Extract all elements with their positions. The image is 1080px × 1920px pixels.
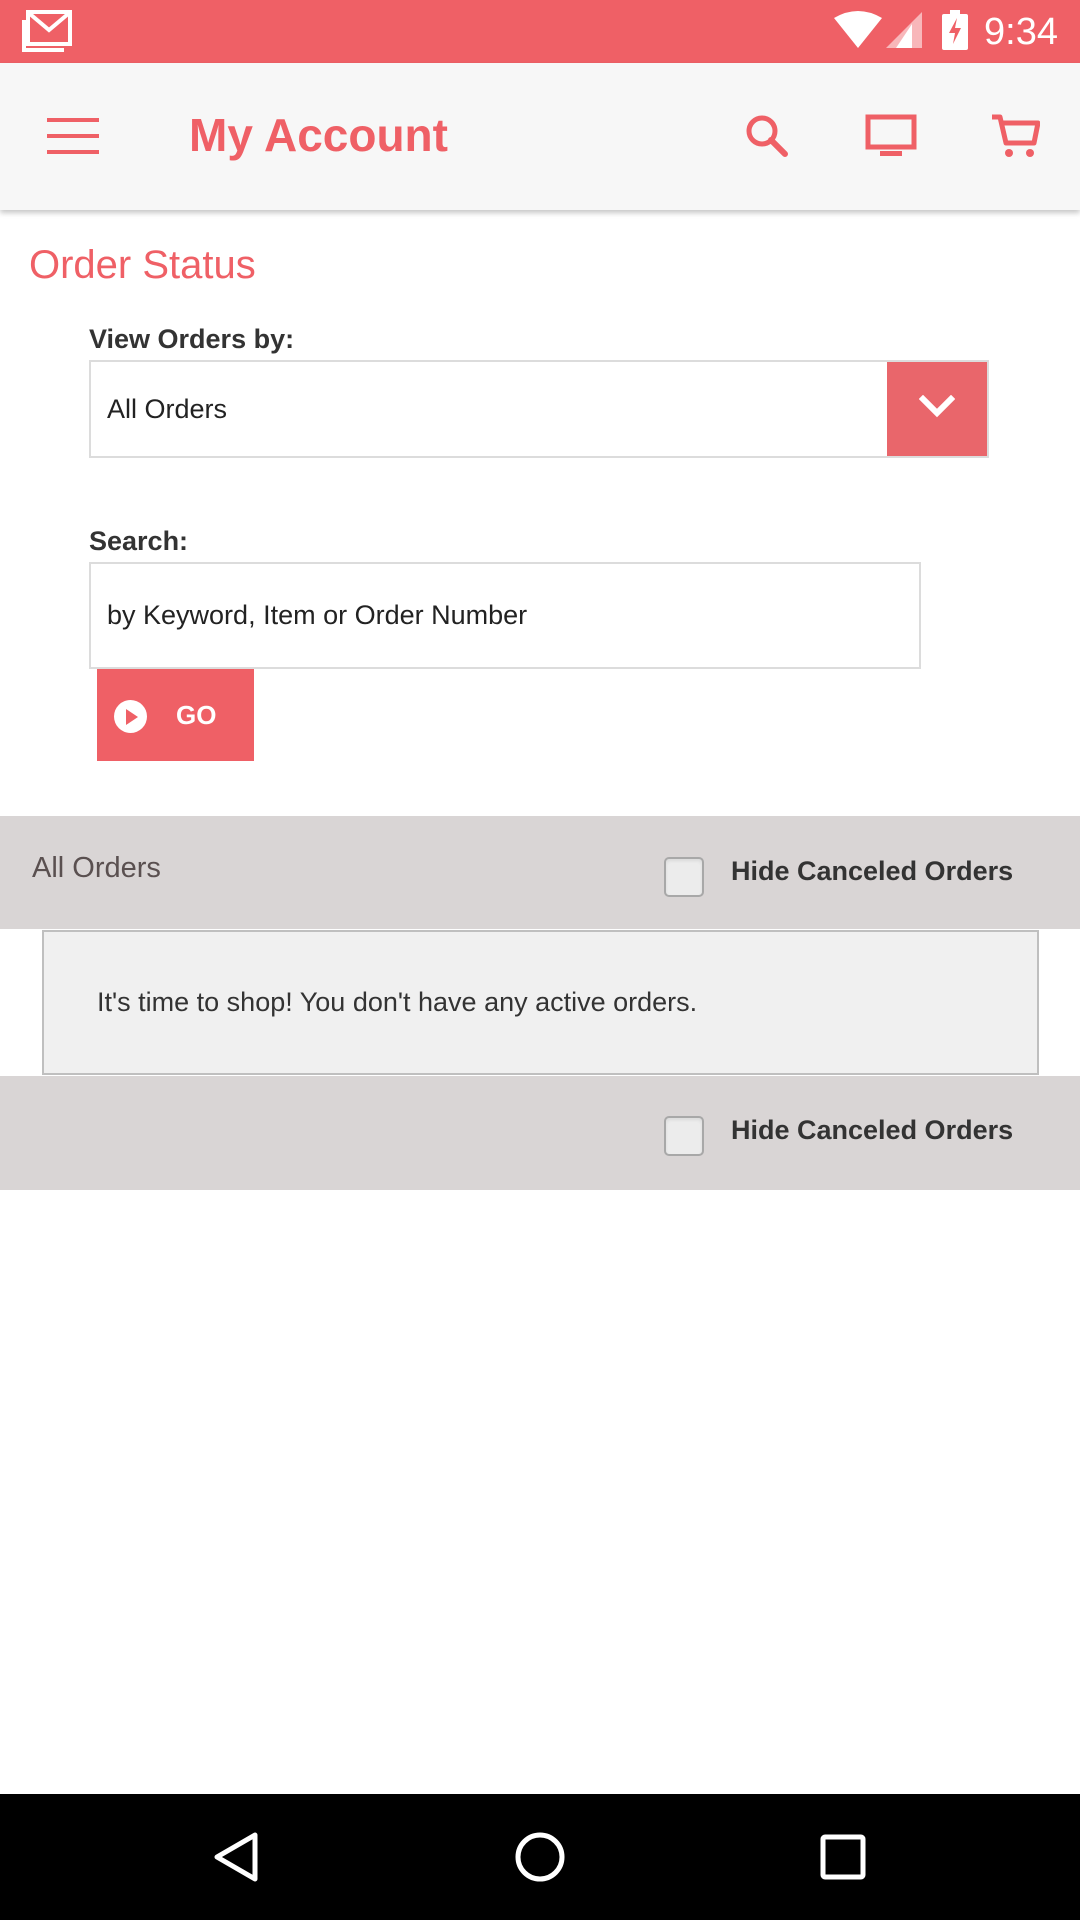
monitor-icon[interactable] xyxy=(851,96,931,176)
orders-filter-title: All Orders xyxy=(32,852,161,884)
home-icon[interactable] xyxy=(500,1817,580,1897)
page-title: My Account xyxy=(189,109,448,161)
view-orders-label: View Orders by: xyxy=(89,324,295,354)
empty-orders-message: It's time to shop! You don't have any ac… xyxy=(97,987,698,1017)
hide-canceled-label[interactable]: Hide Canceled Orders xyxy=(731,854,1013,888)
hide-canceled-checkbox-bottom[interactable] xyxy=(664,1116,704,1156)
go-button[interactable]: GO xyxy=(97,669,254,761)
select-arrow-button[interactable] xyxy=(887,362,987,456)
system-nav-bar xyxy=(0,1794,1080,1920)
recents-icon[interactable] xyxy=(803,1817,883,1897)
menu-icon[interactable] xyxy=(33,96,113,176)
hide-canceled-label-bottom[interactable]: Hide Canceled Orders xyxy=(731,1113,1013,1147)
chevron-down-icon xyxy=(918,394,956,424)
search-input[interactable] xyxy=(89,562,921,669)
play-icon xyxy=(114,700,147,733)
search-label: Search: xyxy=(89,526,189,556)
empty-orders-box: It's time to shop! You don't have any ac… xyxy=(42,930,1039,1075)
gmail-icon xyxy=(22,10,72,52)
battery-charging-icon xyxy=(942,10,968,50)
cart-icon[interactable] xyxy=(975,96,1055,176)
search-icon[interactable] xyxy=(727,96,807,176)
view-orders-select[interactable]: All Orders xyxy=(89,360,989,458)
app-bar: My Account xyxy=(0,63,1080,210)
back-icon[interactable] xyxy=(196,1817,276,1897)
orders-header: All Orders Hide Canceled Orders xyxy=(0,816,1080,929)
view-orders-selected-value: All Orders xyxy=(107,394,228,424)
hide-canceled-checkbox[interactable] xyxy=(664,857,704,897)
status-time: 9:34 xyxy=(984,11,1058,53)
section-title: Order Status xyxy=(29,243,256,287)
wifi-icon xyxy=(832,10,884,50)
orders-footer: Hide Canceled Orders xyxy=(0,1076,1080,1190)
signal-icon xyxy=(884,10,924,50)
go-label: GO xyxy=(176,700,217,730)
status-bar: 9:34 xyxy=(0,0,1080,63)
